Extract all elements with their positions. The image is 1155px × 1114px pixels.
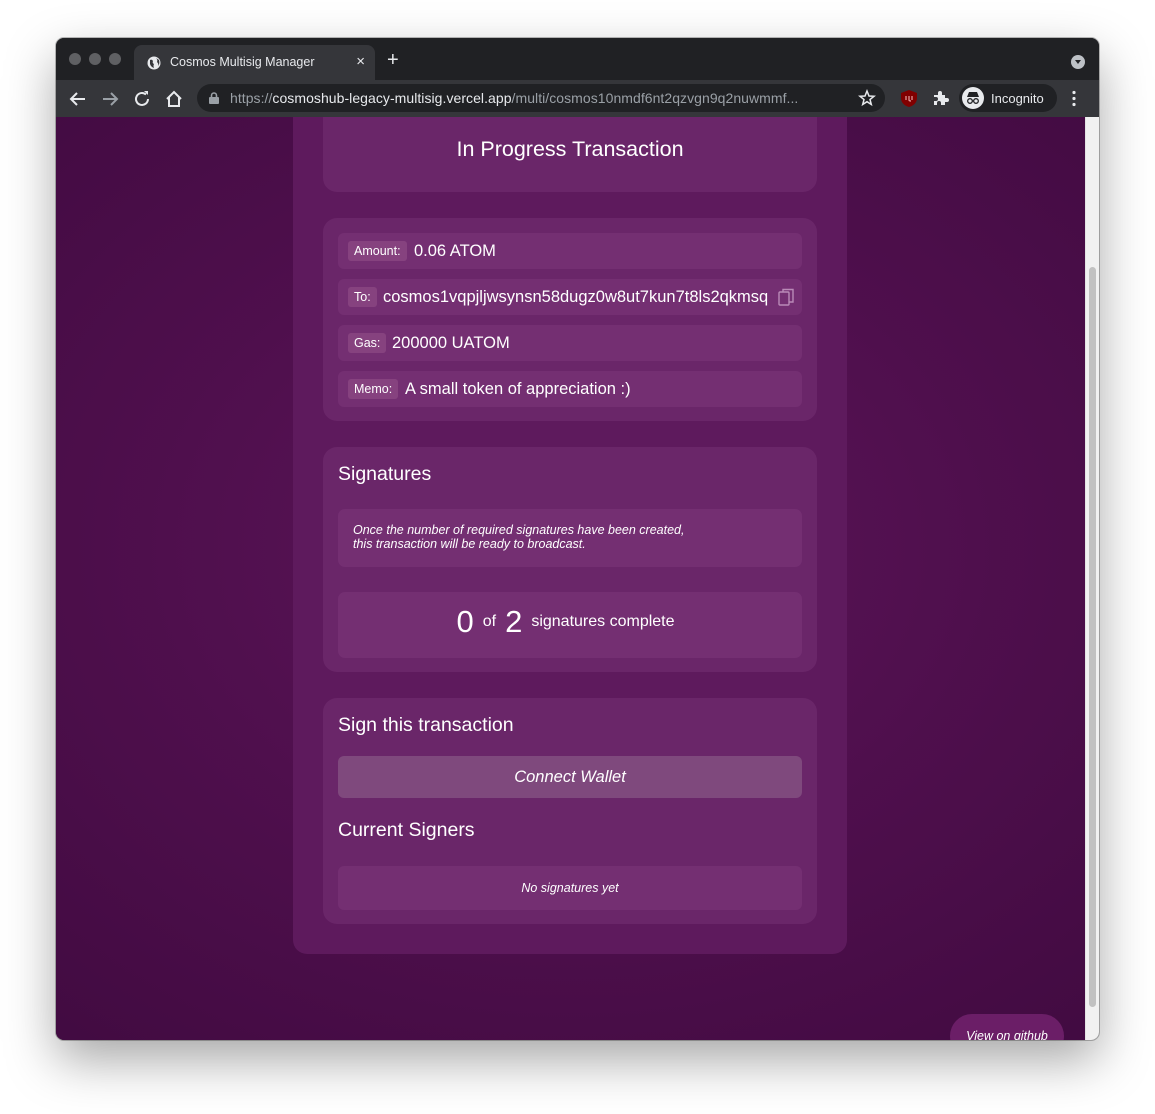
memo-value: A small token of appreciation :) [405, 380, 631, 398]
zoom-window-button[interactable] [109, 53, 121, 65]
recipient-address: cosmos1vqpjljwsynsn58dugz0w8ut7kun7t8ls2… [383, 288, 769, 306]
transaction-panel: In Progress Transaction Amount: 0.06 ATO… [293, 117, 847, 954]
close-window-button[interactable] [69, 53, 81, 65]
url-text[interactable]: https://cosmoshub-legacy-multisig.vercel… [230, 90, 798, 106]
amount-value: 0.06 ATOM [414, 242, 496, 260]
address-bar[interactable]: https://cosmoshub-legacy-multisig.vercel… [197, 84, 885, 112]
tab-title: Cosmos Multisig Manager [170, 55, 315, 69]
signature-counter: 0 of 2 signatures complete [338, 592, 802, 658]
sign-heading: Sign this transaction [338, 714, 514, 736]
title-card: In Progress Transaction [323, 117, 817, 192]
tab-search-icon[interactable] [1071, 55, 1085, 69]
browser-menu-icon[interactable] [1072, 90, 1076, 107]
scrollbar-thumb[interactable] [1089, 267, 1096, 1007]
signatures-complete-text: signatures complete [531, 613, 675, 630]
active-tab[interactable]: Cosmos Multisig Manager × [134, 45, 375, 80]
bookmark-star-icon[interactable] [858, 89, 876, 107]
amount-label: Amount: [348, 241, 407, 261]
back-arrow-icon[interactable] [67, 88, 89, 110]
sign-card: Sign this transaction Connect Wallet Cur… [323, 698, 817, 924]
connect-wallet-button[interactable]: Connect Wallet [338, 756, 802, 798]
tab-strip: Cosmos Multisig Manager × + [56, 38, 1099, 80]
close-tab-icon[interactable]: × [356, 53, 365, 71]
ublock-extension-icon[interactable] [901, 90, 917, 107]
extensions-puzzle-icon[interactable] [932, 90, 949, 107]
notice-line-1: Once the number of required signatures h… [353, 523, 685, 537]
profile-label: Incognito [991, 91, 1044, 106]
copy-icon[interactable] [778, 288, 794, 306]
notice-line-2: this transaction will be ready to broadc… [353, 537, 586, 551]
current-signatures: 0 [456, 604, 474, 639]
url-path: /multi/cosmos10nmdf6nt2qzvgn9q2nuwmmf... [511, 90, 799, 106]
memo-row: Memo: A small token of appreciation :) [338, 371, 802, 407]
signatures-heading: Signatures [338, 463, 432, 485]
gas-value: 200000 UATOM [392, 334, 510, 352]
signatures-notice: Once the number of required signatures h… [338, 509, 802, 567]
incognito-icon [962, 87, 984, 109]
no-signatures-message: No signatures yet [338, 866, 802, 910]
current-signers-heading: Current Signers [338, 819, 475, 841]
amount-row: Amount: 0.06 ATOM [338, 233, 802, 269]
gas-row: Gas: 200000 UATOM [338, 325, 802, 361]
forward-arrow-icon[interactable] [99, 88, 121, 110]
reload-icon[interactable] [131, 88, 153, 110]
to-label: To: [348, 287, 377, 307]
minimize-window-button[interactable] [89, 53, 101, 65]
profile-chip[interactable]: Incognito [959, 84, 1057, 112]
page-scrollbar[interactable] [1085, 117, 1099, 1040]
notice-text: Once the number of required signatures h… [353, 523, 684, 551]
lock-icon[interactable] [209, 92, 219, 104]
browser-toolbar: https://cosmoshub-legacy-multisig.vercel… [56, 80, 1099, 117]
transaction-details-card: Amount: 0.06 ATOM To: cosmos1vqpjljwsyns… [323, 218, 817, 421]
url-scheme: https:// [230, 90, 273, 106]
view-on-github-link[interactable]: View on github [950, 1014, 1064, 1040]
required-signatures: 2 [505, 604, 523, 639]
new-tab-button[interactable]: + [387, 50, 399, 70]
signatures-card: Signatures Once the number of required s… [323, 447, 817, 672]
of-word: of [482, 613, 497, 630]
browser-window: Cosmos Multisig Manager × + https://cosm… [56, 38, 1099, 1040]
gas-label: Gas: [348, 333, 387, 353]
url-host: cosmoshub-legacy-multisig.vercel.app [272, 90, 512, 106]
page-title: In Progress Transaction [456, 137, 684, 161]
globe-icon [147, 56, 161, 70]
home-icon[interactable] [163, 88, 185, 110]
page-viewport: In Progress Transaction Amount: 0.06 ATO… [56, 117, 1085, 1040]
recipient-row: To: cosmos1vqpjljwsynsn58dugz0w8ut7kun7t… [338, 279, 802, 315]
memo-label: Memo: [348, 379, 399, 399]
